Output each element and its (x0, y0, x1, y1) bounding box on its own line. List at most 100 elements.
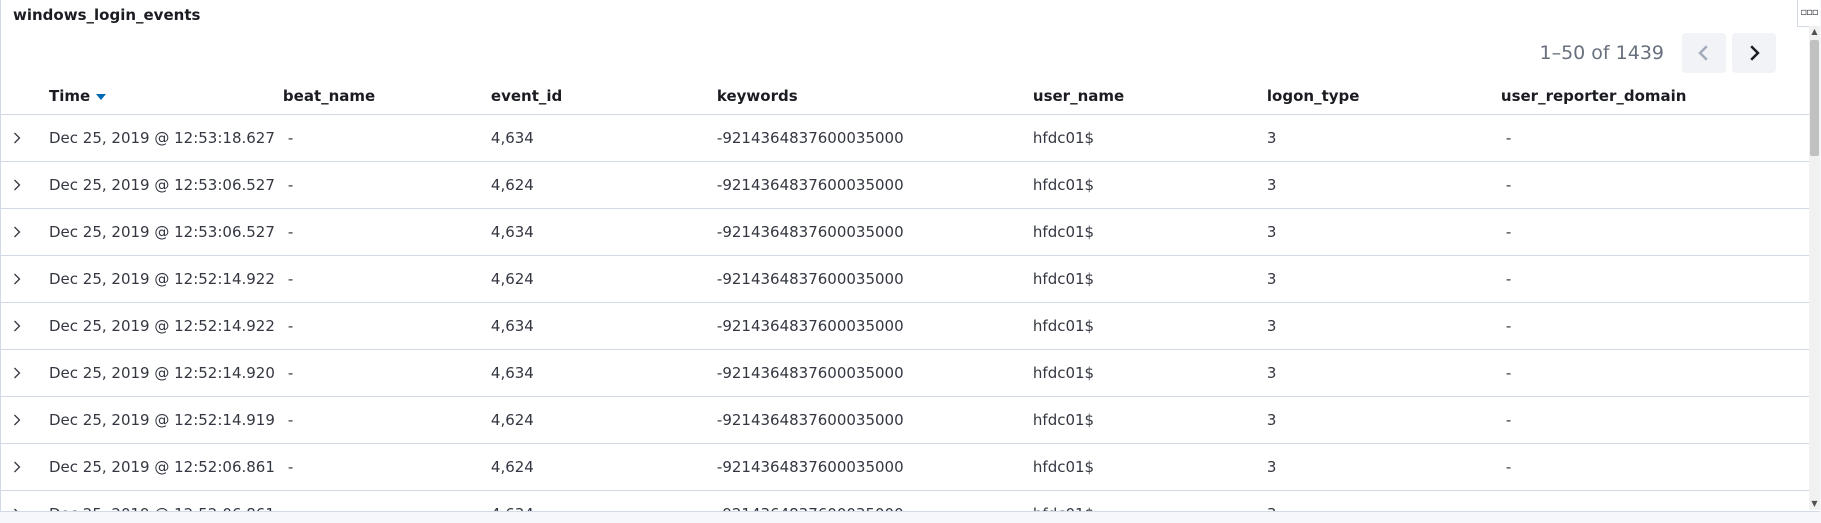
expand-row-button[interactable] (1, 114, 45, 162)
cell-user-name: hfdc01$ (1028, 490, 1263, 511)
table-row[interactable]: Dec 25, 2019 @ 12:52:06.861-4,634-921436… (1, 490, 1811, 511)
cell-event-id: 4,634 (486, 490, 713, 511)
chevron-right-icon (14, 461, 21, 473)
expand-row-button[interactable] (1, 349, 45, 397)
column-header-beat-name[interactable]: beat_name (278, 78, 487, 115)
table-row[interactable]: Dec 25, 2019 @ 12:52:06.861-4,624 -921436… (1, 443, 1811, 491)
scroll-up-icon[interactable]: ▲ (1809, 26, 1820, 38)
panel-options-icon[interactable]: ▫▫▫ (1797, 0, 1820, 27)
scrollbar-thumb[interactable] (1810, 40, 1819, 156)
table-row[interactable]: Dec 25, 2019 @ 12:53:06.527-4,624 -921436… (1, 161, 1811, 209)
cell-user-reporter-domain: - (1496, 255, 1811, 303)
table-row[interactable]: Dec 25, 2019 @ 12:52:14.920-4,634 -921436… (1, 349, 1811, 397)
cell-event-id: 4,624 (486, 396, 713, 444)
chevron-right-icon (1750, 45, 1760, 61)
cell-logon-type: 3 (1262, 114, 1497, 162)
chevron-right-icon (14, 320, 21, 332)
expand-column-header (1, 78, 45, 115)
cell-beat-name: - (278, 302, 487, 350)
vertical-scrollbar[interactable]: ▲ ▼ (1809, 26, 1820, 510)
cell-user-name: hfdc01$ (1028, 208, 1263, 256)
cell-keywords: -9214364837600035000 (712, 349, 1029, 397)
chevron-right-icon (14, 132, 21, 144)
expand-row-button[interactable] (1, 161, 45, 209)
cell-time: Dec 25, 2019 @ 12:52:14.922 (45, 302, 279, 350)
cell-user-name: hfdc01$ (1028, 161, 1263, 209)
table-row[interactable]: Dec 25, 2019 @ 12:53:06.527-4,634 -921436… (1, 208, 1811, 256)
table-row[interactable]: Dec 25, 2019 @ 12:52:14.922-4,624 -921436… (1, 255, 1811, 303)
cell-user-reporter-domain: - (1496, 302, 1811, 350)
expand-row-button[interactable] (1, 396, 45, 444)
chevron-right-icon (14, 226, 21, 238)
cell-keywords: -9214364837600035000 (712, 255, 1029, 303)
chevron-right-icon (14, 273, 21, 285)
cell-event-id: 4,634 (486, 302, 713, 350)
next-page-button[interactable] (1732, 33, 1776, 73)
scroll-down-icon[interactable]: ▼ (1809, 498, 1820, 510)
previous-page-button[interactable] (1682, 33, 1726, 73)
cell-beat-name: - (278, 255, 487, 303)
cell-beat-name: - (278, 396, 487, 444)
cell-beat-name: - (278, 443, 487, 491)
cell-user-reporter-domain: - (1496, 443, 1811, 491)
cell-logon-type: 3 (1262, 349, 1497, 397)
cell-time: Dec 25, 2019 @ 12:53:18.627 (45, 114, 279, 162)
cell-event-id: 4,634 (486, 114, 713, 162)
cell-logon-type: 3 (1262, 396, 1497, 444)
column-header-time[interactable]: Time (45, 78, 279, 115)
cell-beat-name: - (278, 114, 487, 162)
cell-event-id: 4,624 (486, 255, 713, 303)
cell-user-reporter-domain: - (1496, 396, 1811, 444)
column-header-user-name[interactable]: user_name (1028, 78, 1263, 115)
pagination-count: 1–50 of 1439 (1539, 42, 1664, 64)
expand-row-button[interactable] (1, 255, 45, 303)
table-row[interactable]: Dec 25, 2019 @ 12:53:18.627-4,634 -921436… (1, 114, 1811, 162)
cell-keywords: -9214364837600035000 (712, 302, 1029, 350)
table-row[interactable]: Dec 25, 2019 @ 12:52:14.919-4,624 -921436… (1, 396, 1811, 444)
cell-time: Dec 25, 2019 @ 12:52:14.920 (45, 349, 279, 397)
chevron-left-icon (1698, 45, 1708, 61)
chevron-right-icon (14, 414, 21, 426)
cell-keywords: -9214364837600035000 (712, 396, 1029, 444)
column-header-label: Time (49, 87, 91, 105)
cell-event-id: 4,624 (486, 161, 713, 209)
cell-user-name: hfdc01$ (1028, 255, 1263, 303)
expand-row-button[interactable] (1, 443, 45, 491)
sort-descending-icon[interactable] (96, 93, 107, 100)
cell-user-reporter-domain: - (1496, 208, 1811, 256)
cell-user-name: hfdc01$ (1028, 114, 1263, 162)
cell-logon-type: 3 (1262, 255, 1497, 303)
cell-user-name: hfdc01$ (1028, 396, 1263, 444)
cell-user-name: hfdc01$ (1028, 443, 1263, 491)
cell-beat-name: - (278, 208, 487, 256)
cell-keywords: -9214364837600035000 (712, 490, 1029, 511)
cell-logon-type: 3 (1262, 208, 1497, 256)
cell-event-id: 4,634 (486, 208, 713, 256)
cell-logon-type: 3 (1262, 443, 1497, 491)
chevron-right-icon (14, 179, 21, 191)
cell-keywords: -9214364837600035000 (712, 114, 1029, 162)
cell-event-id: 4,624 (486, 443, 713, 491)
table-row[interactable]: Dec 25, 2019 @ 12:52:14.922-4,634 -921436… (1, 302, 1811, 350)
cell-beat-name: - (278, 349, 487, 397)
cell-beat-name: - (278, 161, 487, 209)
expand-row-button[interactable] (1, 208, 45, 256)
cell-user-reporter-domain: - (1496, 349, 1811, 397)
cell-logon-type: 3 (1262, 302, 1497, 350)
cell-keywords: -9214364837600035000 (712, 161, 1029, 209)
expand-row-button[interactable] (1, 302, 45, 350)
cell-user-name: hfdc01$ (1028, 302, 1263, 350)
column-header-user-reporter-domain[interactable]: user_reporter_domain (1496, 78, 1811, 115)
pagination: 1–50 of 1439 (1539, 32, 1776, 74)
column-header-event-id[interactable]: event_id (486, 78, 713, 115)
cell-user-reporter-domain: - (1496, 114, 1811, 162)
cell-user-name: hfdc01$ (1028, 349, 1263, 397)
column-header-keywords[interactable]: keywords (712, 78, 1029, 115)
cell-logon-type: 3 (1262, 161, 1497, 209)
saved-search-panel: windows_login_events ▫▫▫ 1–50 of 1439 Ti… (0, 0, 1820, 512)
cell-time: Dec 25, 2019 @ 12:52:06.861 (45, 443, 279, 491)
cell-logon-type: 3 (1262, 490, 1497, 511)
expand-row-button[interactable] (1, 490, 45, 511)
cell-keywords: -9214364837600035000 (712, 208, 1029, 256)
column-header-logon-type[interactable]: logon_type (1262, 78, 1497, 115)
